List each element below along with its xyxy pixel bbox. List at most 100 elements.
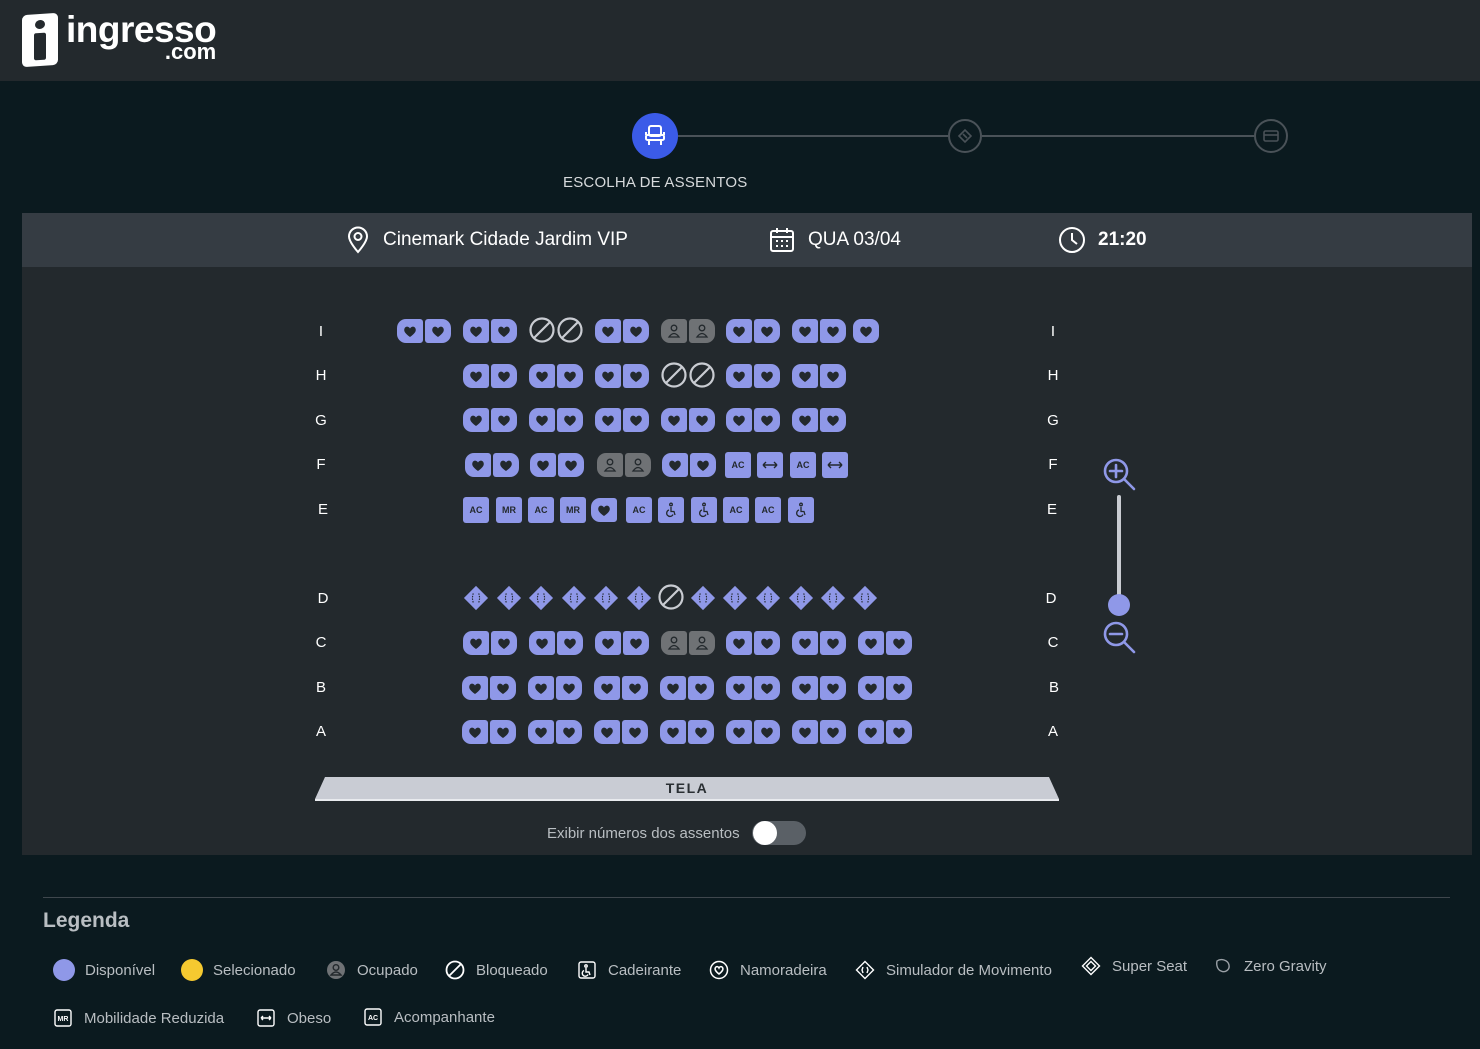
seat-companion[interactable]: AC bbox=[725, 452, 751, 478]
seat-loveseat[interactable] bbox=[688, 720, 714, 744]
seat-companion[interactable]: AC bbox=[790, 452, 816, 478]
seat-loveseat[interactable] bbox=[623, 408, 649, 432]
seat-loveseat[interactable] bbox=[689, 408, 715, 432]
seat-motion-simulator[interactable] bbox=[626, 585, 652, 611]
seat-numbers-toggle[interactable] bbox=[751, 821, 806, 845]
seat-loveseat[interactable] bbox=[754, 364, 780, 388]
seat-loveseat[interactable] bbox=[491, 319, 517, 343]
seat-motion-simulator[interactable] bbox=[788, 585, 814, 611]
seat-companion[interactable]: AC bbox=[528, 497, 554, 523]
seat-loveseat[interactable] bbox=[463, 631, 489, 655]
seat-loveseat[interactable] bbox=[491, 408, 517, 432]
seat-loveseat[interactable] bbox=[528, 676, 554, 700]
seat-loveseat[interactable] bbox=[558, 453, 584, 477]
zoom-slider-track[interactable] bbox=[1117, 495, 1121, 605]
seat-loveseat[interactable] bbox=[463, 319, 489, 343]
seat-reduced-mobility[interactable]: MR bbox=[496, 497, 522, 523]
seat-loveseat[interactable] bbox=[490, 720, 516, 744]
seat-loveseat[interactable] bbox=[726, 720, 752, 744]
seat-loveseat[interactable] bbox=[528, 720, 554, 744]
seat-loveseat[interactable] bbox=[886, 720, 912, 744]
seat-loveseat[interactable] bbox=[688, 676, 714, 700]
seat-loveseat[interactable] bbox=[595, 364, 621, 388]
seat-loveseat[interactable] bbox=[425, 319, 451, 343]
seat-loveseat[interactable] bbox=[858, 720, 884, 744]
zoom-slider-handle[interactable] bbox=[1108, 594, 1130, 616]
seat-loveseat[interactable] bbox=[591, 498, 617, 522]
seat-loveseat[interactable] bbox=[595, 319, 621, 343]
seat-loveseat[interactable] bbox=[820, 364, 846, 388]
seat-motion-simulator[interactable] bbox=[593, 585, 619, 611]
seat-loveseat[interactable] bbox=[858, 676, 884, 700]
seat-motion-simulator[interactable] bbox=[820, 585, 846, 611]
seat-loveseat[interactable] bbox=[463, 364, 489, 388]
seat-loveseat[interactable] bbox=[490, 676, 516, 700]
seat-loveseat[interactable] bbox=[792, 720, 818, 744]
seat-loveseat[interactable] bbox=[529, 408, 555, 432]
seat-loveseat[interactable] bbox=[820, 631, 846, 655]
seat-loveseat[interactable] bbox=[557, 364, 583, 388]
seat-loveseat[interactable] bbox=[595, 631, 621, 655]
seat-companion[interactable]: AC bbox=[755, 497, 781, 523]
seat-loveseat[interactable] bbox=[623, 364, 649, 388]
seat-loveseat[interactable] bbox=[556, 720, 582, 744]
seat-wheelchair[interactable] bbox=[691, 497, 717, 523]
seat-loveseat[interactable] bbox=[726, 364, 752, 388]
seat-loveseat[interactable] bbox=[820, 720, 846, 744]
seat-motion-simulator[interactable] bbox=[755, 585, 781, 611]
seat-loveseat[interactable] bbox=[594, 720, 620, 744]
seat-loveseat[interactable] bbox=[491, 631, 517, 655]
seat-motion-simulator[interactable] bbox=[496, 585, 522, 611]
seat-loveseat[interactable] bbox=[820, 319, 846, 343]
seat-motion-simulator[interactable] bbox=[690, 585, 716, 611]
step-seats[interactable] bbox=[632, 113, 678, 159]
seat-obese[interactable] bbox=[757, 452, 783, 478]
seat-loveseat[interactable] bbox=[886, 631, 912, 655]
seat-obese[interactable] bbox=[822, 452, 848, 478]
seat-loveseat[interactable] bbox=[529, 631, 555, 655]
seat-loveseat[interactable] bbox=[623, 631, 649, 655]
seat-loveseat[interactable] bbox=[754, 720, 780, 744]
seat-motion-simulator[interactable] bbox=[528, 585, 554, 611]
seat-loveseat[interactable] bbox=[792, 676, 818, 700]
seat-loveseat[interactable] bbox=[792, 319, 818, 343]
seat-loveseat[interactable] bbox=[858, 631, 884, 655]
seat-motion-simulator[interactable] bbox=[852, 585, 878, 611]
seat-loveseat[interactable] bbox=[462, 720, 488, 744]
seat-loveseat[interactable] bbox=[397, 319, 423, 343]
seat-loveseat[interactable] bbox=[622, 720, 648, 744]
brand-logo[interactable]: ingresso .com bbox=[22, 11, 217, 68]
seat-loveseat[interactable] bbox=[556, 676, 582, 700]
seat-loveseat[interactable] bbox=[754, 408, 780, 432]
seat-reduced-mobility[interactable]: MR bbox=[560, 497, 586, 523]
seat-loveseat[interactable] bbox=[623, 319, 649, 343]
seat-loveseat[interactable] bbox=[820, 408, 846, 432]
seat-loveseat[interactable] bbox=[792, 408, 818, 432]
seat-loveseat[interactable] bbox=[886, 676, 912, 700]
seat-loveseat[interactable] bbox=[660, 676, 686, 700]
seat-loveseat[interactable] bbox=[661, 408, 687, 432]
step-payment[interactable] bbox=[1254, 119, 1288, 153]
seat-available[interactable] bbox=[853, 319, 879, 343]
seat-motion-simulator[interactable] bbox=[463, 585, 489, 611]
seat-companion[interactable]: AC bbox=[723, 497, 749, 523]
seat-loveseat[interactable] bbox=[557, 408, 583, 432]
seat-companion[interactable]: AC bbox=[626, 497, 652, 523]
seat-loveseat[interactable] bbox=[465, 453, 491, 477]
seat-loveseat[interactable] bbox=[493, 453, 519, 477]
seat-loveseat[interactable] bbox=[754, 676, 780, 700]
seat-loveseat[interactable] bbox=[754, 631, 780, 655]
seat-loveseat[interactable] bbox=[726, 676, 752, 700]
seat-loveseat[interactable] bbox=[726, 631, 752, 655]
seat-loveseat[interactable] bbox=[726, 319, 752, 343]
seat-loveseat[interactable] bbox=[529, 364, 555, 388]
seat-motion-simulator[interactable] bbox=[561, 585, 587, 611]
seat-loveseat[interactable] bbox=[462, 676, 488, 700]
seat-loveseat[interactable] bbox=[530, 453, 556, 477]
seat-loveseat[interactable] bbox=[754, 319, 780, 343]
seat-companion[interactable]: AC bbox=[463, 497, 489, 523]
seat-motion-simulator[interactable] bbox=[722, 585, 748, 611]
step-tickets[interactable] bbox=[948, 119, 982, 153]
seat-loveseat[interactable] bbox=[726, 408, 752, 432]
seat-wheelchair[interactable] bbox=[788, 497, 814, 523]
